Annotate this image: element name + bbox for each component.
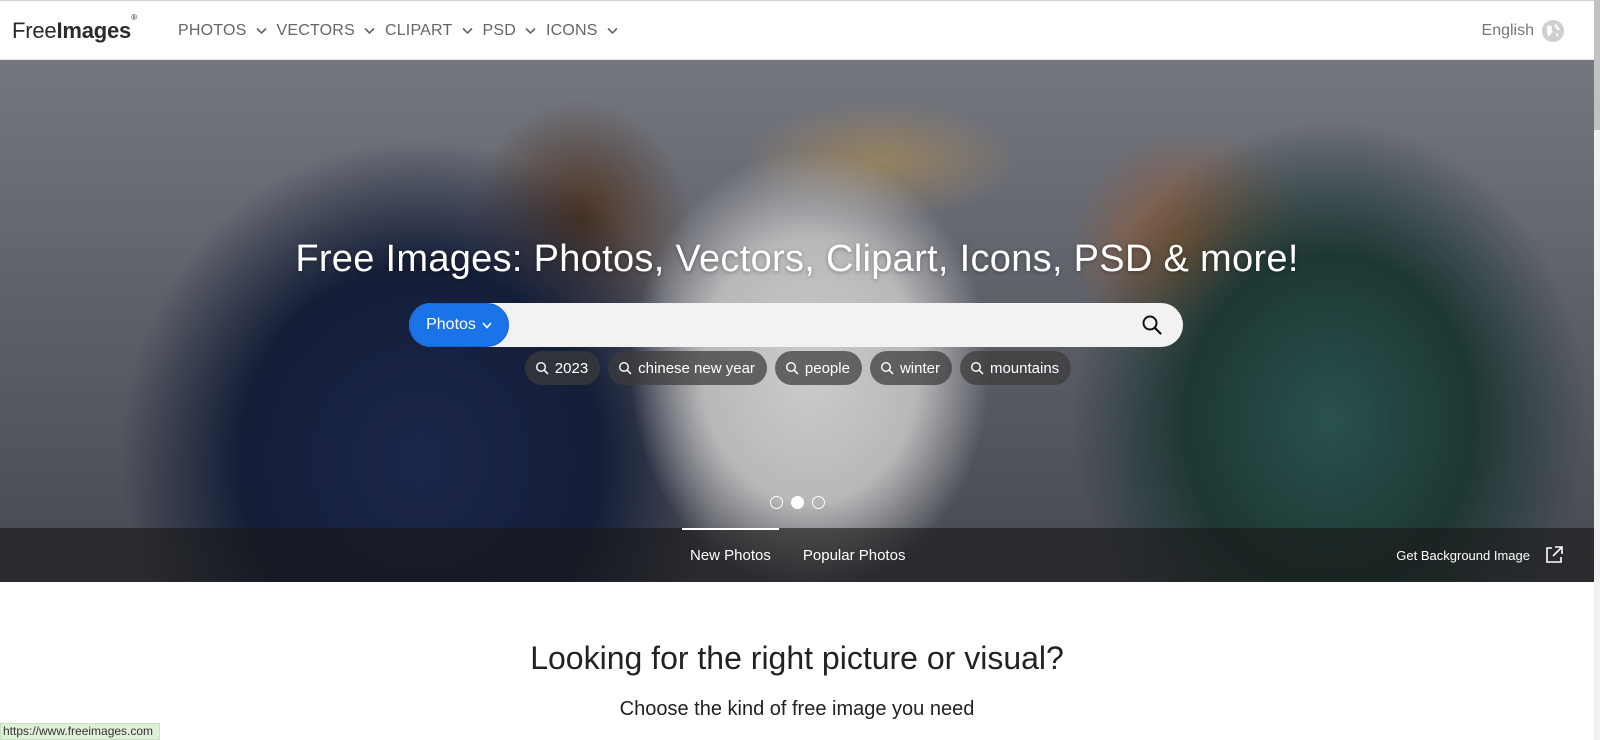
search-type-label: Photos [426, 316, 476, 333]
search-chip[interactable]: winter [869, 351, 952, 385]
search-chip[interactable]: chinese new year [608, 351, 767, 385]
search-chip[interactable]: 2023 [524, 351, 601, 385]
freeimages-logo[interactable]: FreeImages® [12, 13, 137, 44]
tab-new-photos[interactable]: New Photos [682, 528, 779, 582]
search-chip-label: winter [899, 359, 940, 377]
section-subtitle: Choose the kind of free image you need [619, 698, 975, 720]
nav-item-label: PSD [482, 22, 516, 39]
chevron-down-icon [482, 321, 492, 329]
external-link-icon [1546, 546, 1563, 563]
hero-banner: Free Images: Photos, Vectors, Clipart, I… [0, 60, 1594, 582]
search-icon [970, 361, 984, 375]
search-icon [535, 361, 549, 375]
hero-bottom-bar: New Photos Popular Photos Get Background… [0, 528, 1594, 582]
search-button[interactable] [1141, 314, 1163, 336]
get-background-image-link[interactable]: Get Background Image [1396, 528, 1564, 582]
search-chip[interactable]: people [774, 351, 862, 385]
search-type-dropdown[interactable]: Photos [409, 303, 509, 347]
logo-text-images: Images [56, 18, 132, 43]
search-icon [785, 361, 799, 375]
language-label: English [1481, 22, 1534, 39]
chevron-down-icon[interactable] [598, 22, 628, 40]
search-chip-label: people [804, 359, 850, 377]
carousel-dot-active[interactable] [790, 496, 804, 509]
logo-registered-mark: ® [131, 12, 137, 22]
search-chip[interactable]: mountains [959, 351, 1072, 385]
nav-item-photos[interactable]: PHOTOS [178, 22, 276, 40]
chevron-down-icon[interactable] [452, 22, 482, 40]
carousel-dot[interactable] [769, 496, 783, 509]
photo-tabs: New Photos Popular Photos [682, 528, 929, 582]
search-chip-label: mountains [989, 359, 1060, 377]
globe-icon [1542, 20, 1564, 42]
carousel-dot[interactable] [811, 496, 825, 509]
status-bar-url: https://www.freeimages.com [0, 723, 161, 740]
nav-item-label: ICONS [545, 22, 598, 39]
search-chip-label: chinese new year [638, 359, 755, 377]
nav-item-label: CLIPART [384, 22, 453, 39]
nav-item-label: PHOTOS [178, 22, 247, 39]
nav-item-icons[interactable]: ICONS [546, 22, 628, 40]
chevron-down-icon[interactable] [246, 22, 276, 40]
nav-item-clipart[interactable]: CLIPART [385, 22, 483, 40]
search-input[interactable] [517, 303, 1117, 347]
search-icon [1142, 315, 1162, 335]
top-navbar: FreeImages® PHOTOS VECTORS CLIPART PSD I… [0, 0, 1594, 60]
hero-title: Free Images: Photos, Vectors, Clipart, I… [295, 238, 1299, 280]
search-icon [619, 361, 632, 375]
nav-item-label: VECTORS [276, 22, 355, 39]
get-background-image-label: Get Background Image [1396, 547, 1530, 563]
carousel-indicators [0, 496, 1594, 509]
nav-item-psd[interactable]: PSD [482, 22, 546, 40]
main-nav: PHOTOS VECTORS CLIPART PSD ICONS [178, 1, 628, 61]
page-scrollbar[interactable] [1594, 0, 1600, 740]
nav-item-vectors[interactable]: VECTORS [276, 22, 384, 40]
tab-popular-photos[interactable]: Popular Photos [795, 528, 914, 582]
chevron-down-icon[interactable] [516, 22, 546, 40]
search-bar: Photos [409, 303, 1183, 347]
section-title: Looking for the right picture or visual? [530, 640, 1064, 676]
chevron-down-icon[interactable] [355, 22, 385, 40]
language-selector[interactable]: English [1482, 20, 1564, 42]
scrollbar-thumb[interactable] [1594, 0, 1600, 130]
search-chip-label: 2023 [554, 359, 589, 377]
search-icon [880, 361, 894, 375]
trending-searches: 2023 chinese new year people winter moun… [0, 351, 1594, 385]
logo-text-free: Free [12, 18, 57, 43]
